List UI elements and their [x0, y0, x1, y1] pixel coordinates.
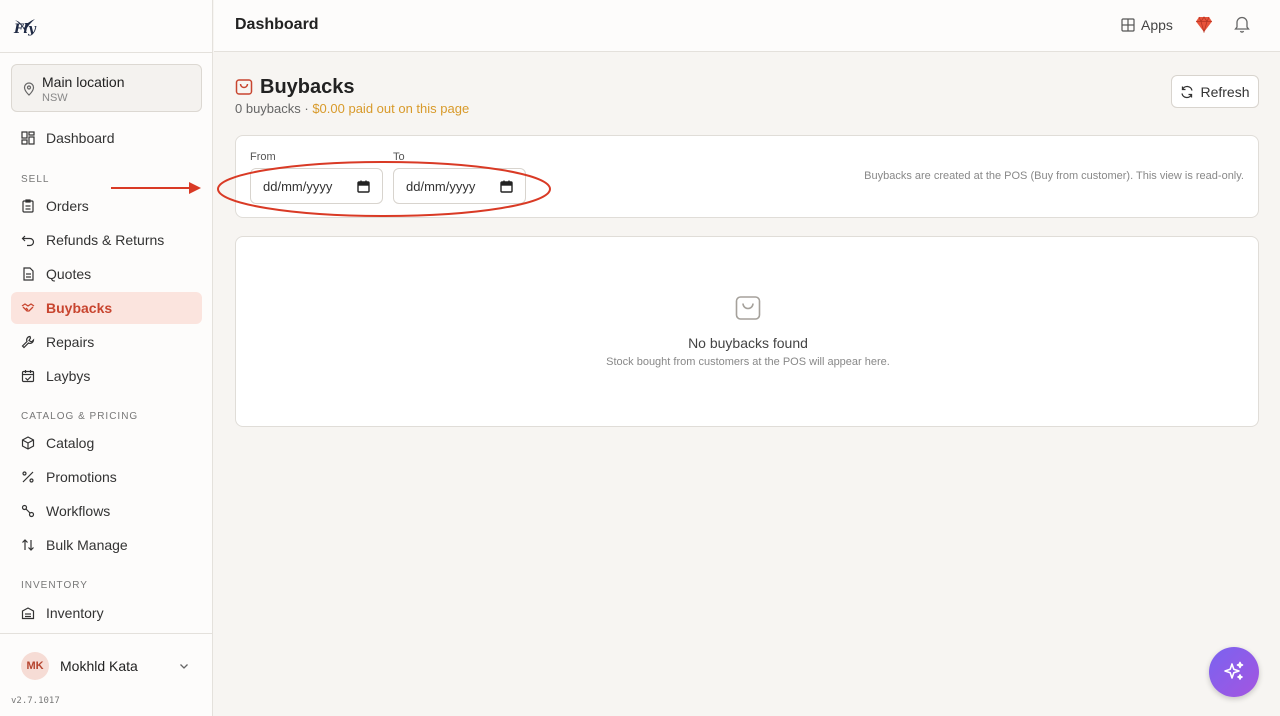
gem-icon[interactable] [1195, 16, 1213, 33]
handshake-icon [21, 303, 35, 312]
sidebar-item-repairs[interactable]: Repairs [11, 326, 202, 358]
sidebar-item-label: Refunds & Returns [46, 232, 165, 248]
sidebar-item-promotions[interactable]: Promotions [11, 461, 202, 493]
sidebar-item-label: Inventory [46, 605, 104, 621]
sidebar-item-buybacks[interactable]: Buybacks [11, 292, 202, 324]
buyback-count: 0 buybacks · [235, 101, 313, 116]
wrench-icon [21, 335, 35, 349]
annotation-arrow [111, 182, 201, 194]
version-label: v2.7.1017 [11, 696, 60, 706]
user-name[interactable]: Mokhld Kata [60, 658, 138, 674]
sidebar-item-laybys[interactable]: Laybys [11, 360, 202, 392]
sidebar-item-label: Buybacks [46, 300, 113, 316]
sidebar-item-label: Bulk Manage [46, 537, 128, 553]
shopping-bag-icon [735, 296, 761, 320]
top-bar: Dashboard Apps [214, 0, 1280, 52]
workflow-icon [21, 504, 35, 518]
apps-label: Apps [1141, 17, 1173, 33]
ai-assistant-button[interactable] [1209, 647, 1259, 697]
sidebar: Fly Main location NSW Dashboard SELL Ord… [0, 0, 213, 716]
chevron-down-icon[interactable] [178, 660, 190, 672]
sidebar-item-dashboard[interactable]: Dashboard [11, 122, 202, 154]
sidebar-item-label: Workflows [46, 503, 111, 519]
grid-icon [21, 131, 35, 145]
undo-icon [21, 235, 35, 247]
read-only-hint: Buybacks are created at the POS (Buy fro… [864, 170, 1244, 182]
clipboard-icon [22, 199, 34, 213]
divider [0, 52, 213, 53]
sidebar-item-label: Promotions [46, 469, 117, 485]
sidebar-item-label: Catalog [46, 435, 95, 451]
shopping-bag-icon [235, 79, 253, 95]
calendar-check-icon [21, 370, 35, 383]
sidebar-item-workflows[interactable]: Workflows [11, 495, 202, 527]
section-header-sell: SELL [21, 174, 50, 185]
box-icon [21, 436, 35, 450]
divider [0, 633, 213, 634]
sidebar-item-label: Quotes [46, 266, 92, 282]
page-summary: 0 buybacks · $0.00 paid out on this page [235, 101, 469, 116]
page-title: Buybacks [260, 76, 355, 98]
sidebar-item-quotes[interactable]: Quotes [11, 258, 202, 290]
refresh-label: Refresh [1200, 83, 1250, 100]
empty-state-subtitle: Stock bought from customers at the POS w… [606, 356, 890, 368]
buybacks-list-card: No buybacks found Stock bought from cust… [235, 236, 1259, 427]
location-name: Main location [42, 74, 125, 90]
apps-grid-icon [1121, 18, 1135, 32]
avatar[interactable]: MK [21, 652, 49, 680]
sidebar-item-bulk-manage[interactable]: Bulk Manage [11, 529, 202, 561]
paid-out-total: $0.00 paid out on this page [312, 101, 470, 116]
refresh-button[interactable]: Refresh [1171, 75, 1259, 108]
logo-text: Fly [14, 22, 36, 37]
annotation-ellipse [217, 161, 551, 217]
refresh-icon [1181, 85, 1194, 98]
map-pin-icon [23, 82, 35, 96]
sparkles-icon [1224, 661, 1244, 680]
percent-icon [22, 471, 34, 483]
sidebar-item-label: Dashboard [46, 130, 115, 146]
sidebar-item-label: Repairs [46, 334, 95, 350]
empty-state-title: No buybacks found [688, 335, 808, 351]
bell-icon[interactable] [1234, 15, 1250, 33]
sidebar-item-catalog[interactable]: Catalog [11, 427, 202, 459]
apps-button[interactable]: Apps [1121, 15, 1173, 35]
section-header-inventory: INVENTORY [21, 580, 88, 591]
location-region: NSW [42, 92, 68, 104]
sort-arrows-icon [22, 539, 34, 551]
warehouse-icon [21, 607, 35, 620]
location-selector[interactable]: Main location NSW [11, 64, 202, 112]
section-header-catalog: CATALOG & PRICING [21, 411, 139, 422]
sidebar-item-inventory[interactable]: Inventory [11, 597, 202, 629]
sidebar-item-refunds[interactable]: Refunds & Returns [11, 224, 202, 256]
sidebar-item-label: Orders [46, 198, 89, 214]
document-icon [23, 267, 34, 281]
header-title: Dashboard [235, 16, 319, 33]
sidebar-item-label: Laybys [46, 368, 91, 384]
